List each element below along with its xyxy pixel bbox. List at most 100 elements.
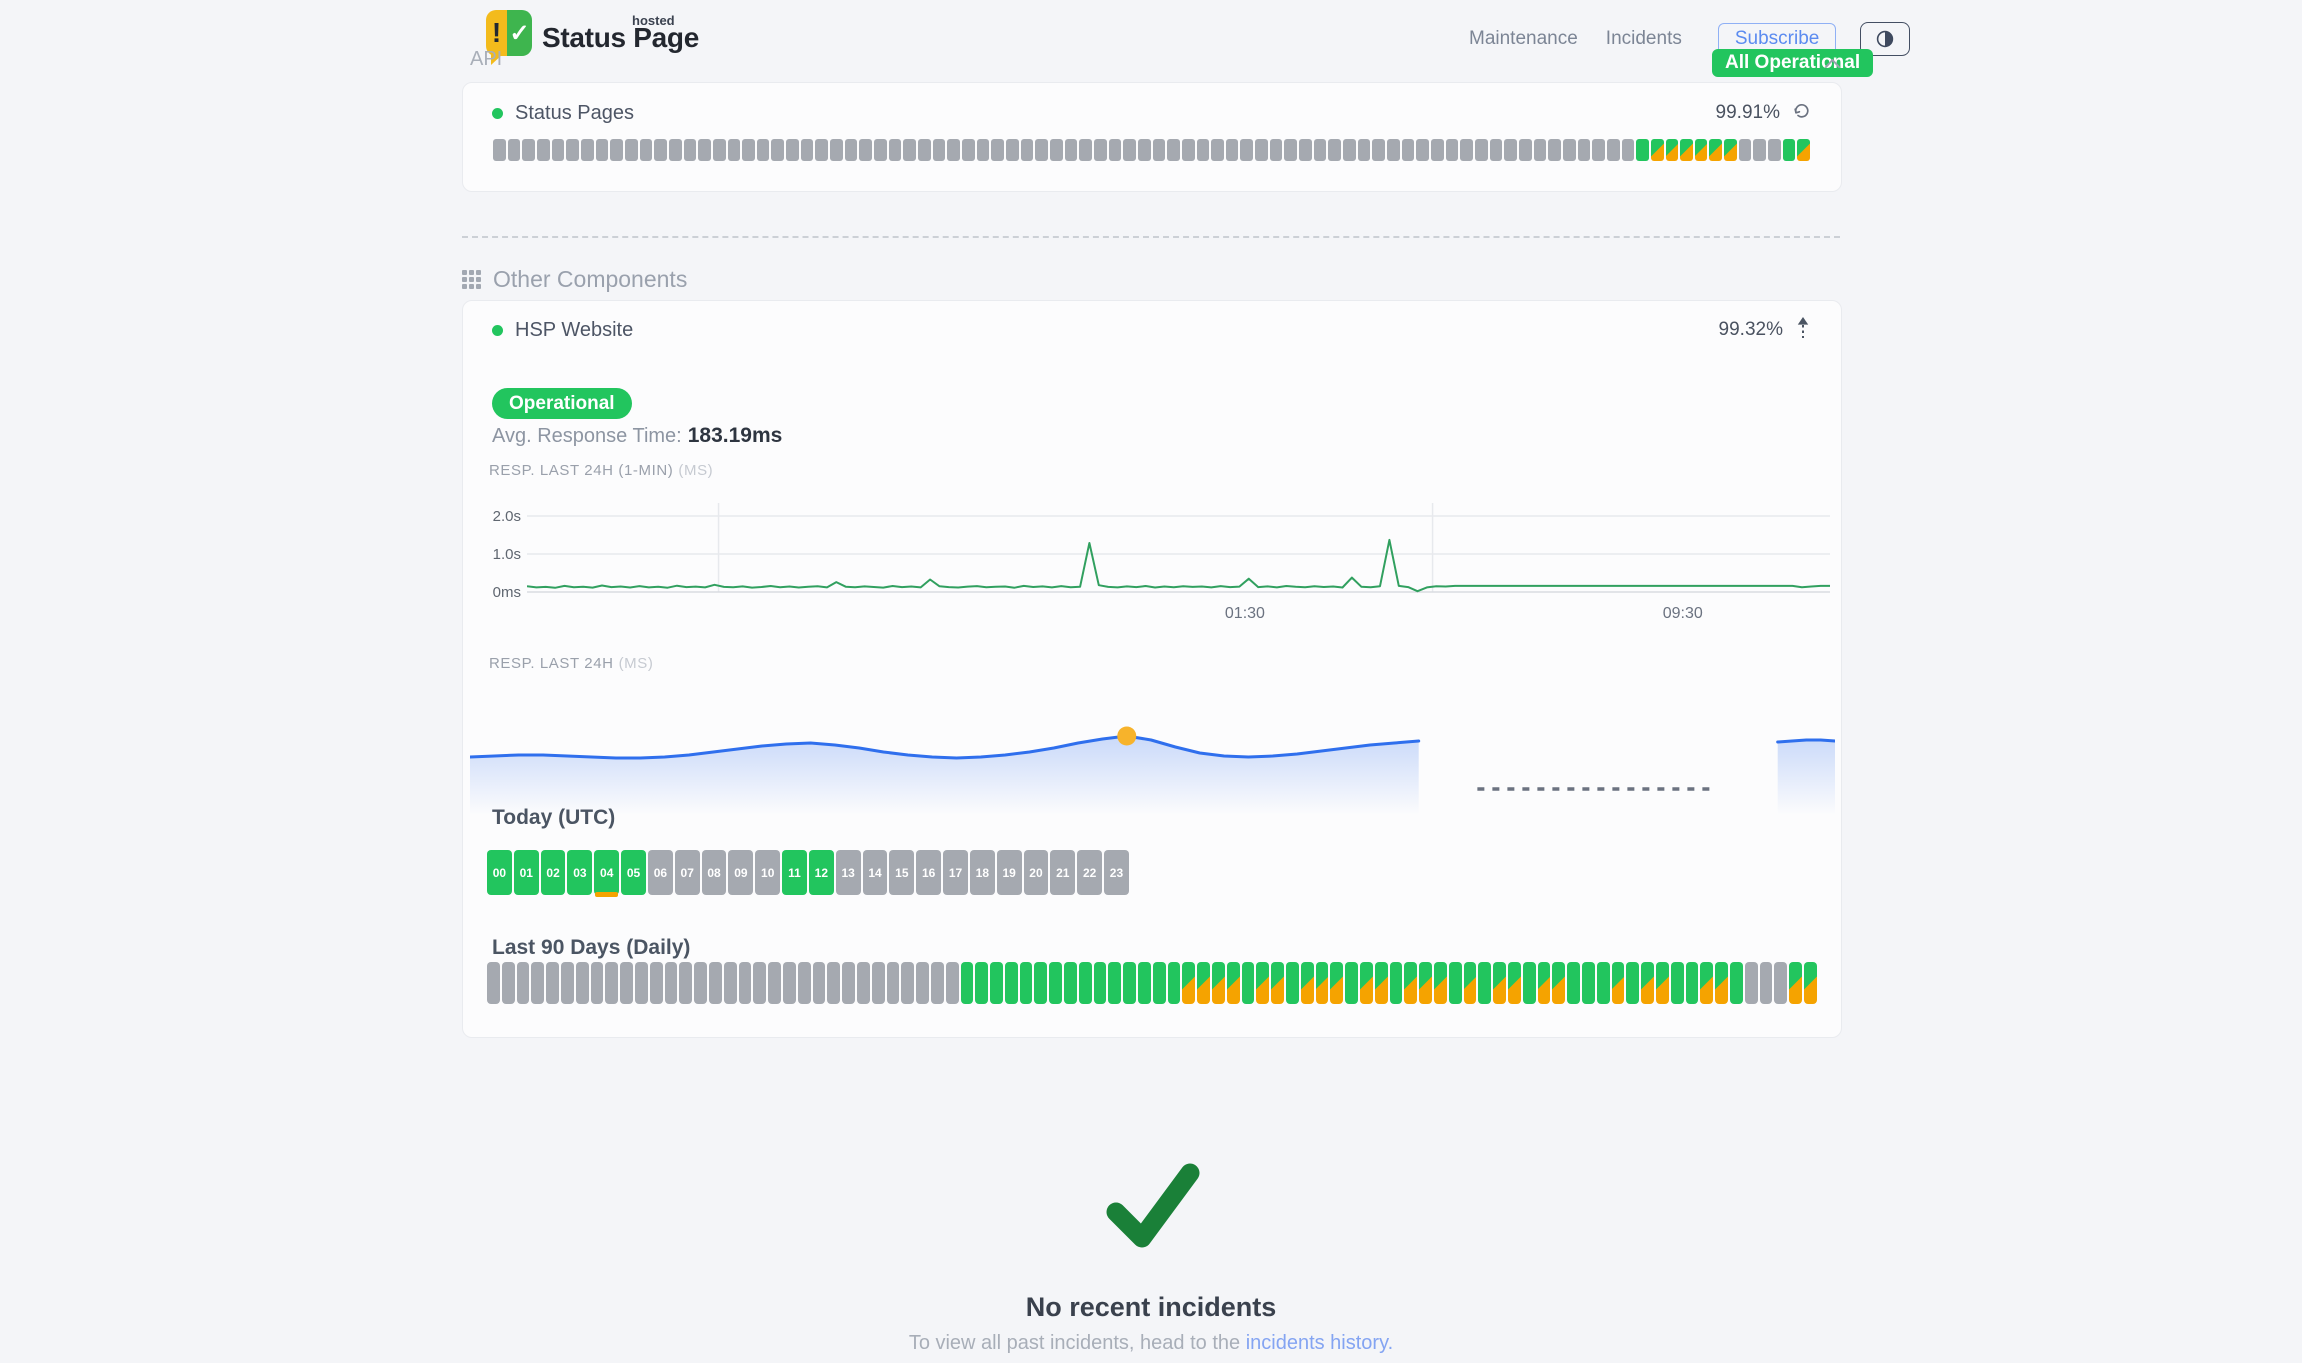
uptime-bar[interactable] — [1284, 139, 1297, 161]
daily-bar[interactable] — [1789, 962, 1802, 1004]
daily-bar[interactable] — [1523, 962, 1536, 1004]
daily-bar[interactable] — [887, 962, 900, 1004]
daily-bar[interactable] — [546, 962, 559, 1004]
uptime-bar[interactable] — [962, 139, 975, 161]
daily-bar[interactable] — [487, 962, 500, 1004]
daily-bar[interactable] — [531, 962, 544, 1004]
uptime-bar[interactable] — [1797, 139, 1810, 161]
hour-block[interactable]: 19 — [997, 850, 1022, 895]
daily-bar[interactable] — [961, 962, 974, 1004]
uptime-bar[interactable] — [1666, 139, 1679, 161]
daily-bar[interactable] — [946, 962, 959, 1004]
hour-block[interactable]: 22 — [1077, 850, 1102, 895]
uptime-bar[interactable] — [1475, 139, 1488, 161]
daily-bar[interactable] — [1375, 962, 1388, 1004]
uptime-bar[interactable] — [1372, 139, 1385, 161]
uptime-bar[interactable] — [1182, 139, 1195, 161]
daily-bar[interactable] — [872, 962, 885, 1004]
uptime-bar[interactable] — [1548, 139, 1561, 161]
uptime-bar[interactable] — [596, 139, 609, 161]
daily-bar[interactable] — [1108, 962, 1121, 1004]
uptime-bar[interactable] — [1622, 139, 1635, 161]
daily-bar[interactable] — [1330, 962, 1343, 1004]
daily-bar[interactable] — [1538, 962, 1551, 1004]
daily-bar[interactable] — [517, 962, 530, 1004]
uptime-bar[interactable] — [1680, 139, 1693, 161]
hour-block[interactable]: 16 — [916, 850, 941, 895]
daily-bar[interactable] — [709, 962, 722, 1004]
uptime-bar[interactable] — [698, 139, 711, 161]
hour-block[interactable]: 18 — [970, 850, 995, 895]
incidents-history-link[interactable]: incidents history. — [1246, 1332, 1393, 1354]
uptime-bar[interactable] — [728, 139, 741, 161]
uptime-bar[interactable] — [1387, 139, 1400, 161]
hour-block[interactable]: 04 — [594, 850, 619, 895]
daily-bar[interactable] — [605, 962, 618, 1004]
uptime-bar[interactable] — [1709, 139, 1722, 161]
uptime-bar[interactable] — [1490, 139, 1503, 161]
daily-bar[interactable] — [1345, 962, 1358, 1004]
hour-block[interactable]: 08 — [702, 850, 727, 895]
daily-bar[interactable] — [679, 962, 692, 1004]
daily-bar[interactable] — [1212, 962, 1225, 1004]
daily-bar[interactable] — [650, 962, 663, 1004]
uptime-bar[interactable] — [1446, 139, 1459, 161]
daily-bar[interactable] — [1404, 962, 1417, 1004]
daily-bar[interactable] — [1552, 962, 1565, 1004]
uptime-bar[interactable] — [1226, 139, 1239, 161]
chevron-up-icon[interactable] — [1824, 56, 1841, 74]
daily-bar[interactable] — [694, 962, 707, 1004]
uptime-bar[interactable] — [1240, 139, 1253, 161]
daily-bar[interactable] — [1123, 962, 1136, 1004]
uptime-bar[interactable] — [1021, 139, 1034, 161]
uptime-bar[interactable] — [1079, 139, 1092, 161]
uptime-bar[interactable] — [1636, 139, 1649, 161]
daily-bar[interactable] — [901, 962, 914, 1004]
uptime-bar[interactable] — [1358, 139, 1371, 161]
uptime-bar[interactable] — [1343, 139, 1356, 161]
uptime-bar[interactable] — [1695, 139, 1708, 161]
daily-bar[interactable] — [1656, 962, 1669, 1004]
daily-bar[interactable] — [1256, 962, 1269, 1004]
daily-bar[interactable] — [798, 962, 811, 1004]
daily-bar[interactable] — [1390, 962, 1403, 1004]
daily-bar[interactable] — [1478, 962, 1491, 1004]
daily-bar[interactable] — [1582, 962, 1595, 1004]
uptime-bar[interactable] — [991, 139, 1004, 161]
uptime-bar[interactable] — [933, 139, 946, 161]
nav-incidents[interactable]: Incidents — [1600, 24, 1688, 54]
daily-bar[interactable] — [1715, 962, 1728, 1004]
daily-bar[interactable] — [931, 962, 944, 1004]
uptime-bar[interactable] — [552, 139, 565, 161]
uptime-bar[interactable] — [757, 139, 770, 161]
daily-bar[interactable] — [1153, 962, 1166, 1004]
refresh-icon[interactable] — [1793, 102, 1810, 124]
uptime-bar[interactable] — [874, 139, 887, 161]
uptime-bar[interactable] — [1123, 139, 1136, 161]
uptime-bar[interactable] — [1534, 139, 1547, 161]
daily-bar[interactable] — [1049, 962, 1062, 1004]
daily-bar[interactable] — [739, 962, 752, 1004]
daily-bar[interactable] — [1671, 962, 1684, 1004]
daily-bar[interactable] — [1005, 962, 1018, 1004]
uptime-bar[interactable] — [1153, 139, 1166, 161]
daily-bar[interactable] — [990, 962, 1003, 1004]
uptime-bar[interactable] — [1592, 139, 1605, 161]
daily-bar[interactable] — [576, 962, 589, 1004]
uptime-bar[interactable] — [1094, 139, 1107, 161]
daily-bar[interactable] — [1227, 962, 1240, 1004]
hour-block[interactable]: 09 — [728, 850, 753, 895]
nav-maintenance[interactable]: Maintenance — [1463, 24, 1584, 54]
hour-block[interactable]: 10 — [755, 850, 780, 895]
hour-block[interactable]: 01 — [514, 850, 539, 895]
hour-block[interactable]: 05 — [621, 850, 646, 895]
daily-bar[interactable] — [561, 962, 574, 1004]
uptime-bar[interactable] — [522, 139, 535, 161]
uptime-bar[interactable] — [537, 139, 550, 161]
uptime-bar[interactable] — [669, 139, 682, 161]
hour-block[interactable]: 14 — [863, 850, 888, 895]
daily-bar[interactable] — [1197, 962, 1210, 1004]
daily-bar[interactable] — [1508, 962, 1521, 1004]
uptime-bar[interactable] — [713, 139, 726, 161]
daily-bar[interactable] — [1597, 962, 1610, 1004]
